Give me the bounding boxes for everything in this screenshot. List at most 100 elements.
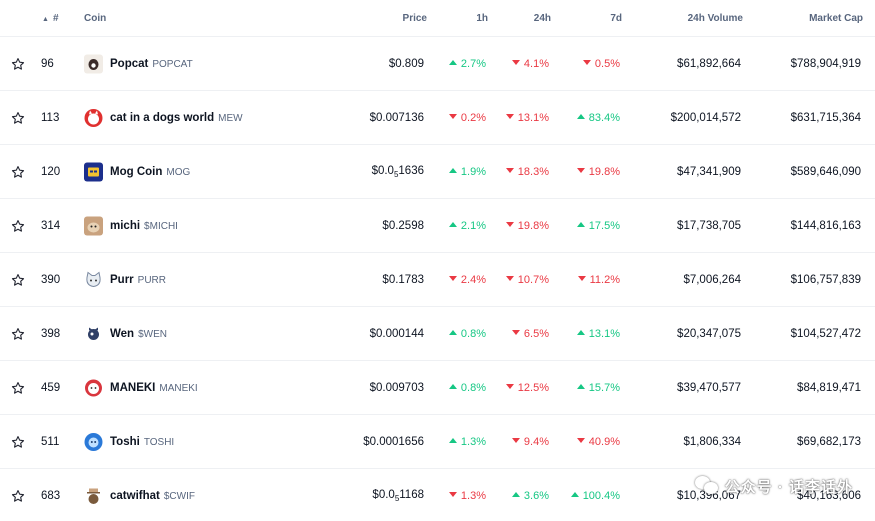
caret-up-icon xyxy=(576,222,585,228)
coin-name[interactable]: Mog Coin MOG xyxy=(110,166,190,178)
change-h1: 0.8% xyxy=(448,382,486,394)
mew-logo xyxy=(84,108,103,127)
price: $0.051636 xyxy=(371,164,424,179)
volume: $1,806,334 xyxy=(683,435,741,448)
price: $0.000144 xyxy=(369,327,424,340)
star-icon[interactable] xyxy=(11,273,25,287)
table-row[interactable]: 96 Popcat POPCAT $0.809 2.7% 4.1% 0.5% $6… xyxy=(0,37,875,91)
price: $0.809 xyxy=(388,57,424,70)
price: $0.007136 xyxy=(369,111,424,124)
star-icon[interactable] xyxy=(11,435,25,449)
change-h1: 0.2% xyxy=(448,112,486,124)
coin-symbol: $MICHI xyxy=(144,220,178,232)
caret-up-icon xyxy=(576,384,585,390)
table-row[interactable]: 398 Wen $WEN $0.000144 0.8% 6.5% 13.1% $2… xyxy=(0,307,875,361)
market-cap: $788,904,919 xyxy=(790,57,861,70)
caret-up-icon xyxy=(570,492,579,498)
rank: 390 xyxy=(41,273,61,286)
1h-header[interactable]: 1h xyxy=(476,13,488,24)
coin-header[interactable]: Coin xyxy=(84,13,106,24)
24h-header[interactable]: 24h xyxy=(534,13,551,24)
change-h24: 3.6% xyxy=(511,490,549,502)
coin-name[interactable]: catwifhat $CWIF xyxy=(110,490,195,502)
price-header[interactable]: Price xyxy=(403,13,427,24)
change-d7: 11.2% xyxy=(577,274,620,286)
coin-symbol: $CWIF xyxy=(163,490,195,502)
caret-down-icon xyxy=(505,384,514,390)
coin-name[interactable]: MANEKI MANEKI xyxy=(110,382,198,394)
coin-symbol: PURR xyxy=(137,274,166,286)
price: $0.1783 xyxy=(382,273,424,286)
caret-down-icon xyxy=(448,114,457,120)
sort-ascending-icon[interactable]: ▲ xyxy=(42,16,49,23)
caret-down-icon xyxy=(448,492,457,498)
coin-symbol: MANEKI xyxy=(159,382,198,394)
change-h24: 18.3% xyxy=(505,166,549,178)
change-h24: 9.4% xyxy=(511,436,549,448)
caret-up-icon xyxy=(511,492,520,498)
change-h1: 0.8% xyxy=(448,328,486,340)
star-icon[interactable] xyxy=(11,57,25,71)
market-cap: $84,819,471 xyxy=(797,381,861,394)
caret-down-icon xyxy=(511,438,520,444)
watermark: 公众号 · 话李话外 xyxy=(694,474,853,498)
coin-name[interactable]: Purr PURR xyxy=(110,274,166,286)
star-icon[interactable] xyxy=(11,111,25,125)
change-d7: 15.7% xyxy=(576,382,620,394)
star-icon[interactable] xyxy=(11,489,25,503)
caret-up-icon xyxy=(448,60,457,66)
star-icon[interactable] xyxy=(11,327,25,341)
table-row[interactable]: 113 cat in a dogs world MEW $0.007136 0.2… xyxy=(0,91,875,145)
coin-name[interactable]: Popcat POPCAT xyxy=(110,58,193,70)
star-icon[interactable] xyxy=(11,381,25,395)
coin-name[interactable]: Wen $WEN xyxy=(110,328,167,340)
caret-up-icon xyxy=(448,168,457,174)
rank: 683 xyxy=(41,489,61,502)
star-icon[interactable] xyxy=(11,219,25,233)
mog-logo xyxy=(84,162,103,181)
market-cap: $144,816,163 xyxy=(790,219,861,232)
market-cap-header[interactable]: Market Cap xyxy=(809,13,863,24)
table-row[interactable]: 390 Purr PURR $0.1783 2.4% 10.7% 11.2% $7… xyxy=(0,253,875,307)
volume: $7,006,264 xyxy=(683,273,741,286)
caret-up-icon xyxy=(448,384,457,390)
coin-name[interactable]: Toshi TOSHI xyxy=(110,436,174,448)
maneki-logo xyxy=(84,378,103,397)
change-d7: 100.4% xyxy=(570,490,620,502)
7d-header[interactable]: 7d xyxy=(610,13,622,24)
volume: $47,341,909 xyxy=(677,165,741,178)
table-row[interactable]: 314 michi $MICHI $0.2598 2.1% 19.8% 17.5%… xyxy=(0,199,875,253)
coin-symbol: POPCAT xyxy=(152,58,193,70)
caret-down-icon xyxy=(505,276,514,282)
volume: $200,014,572 xyxy=(670,111,741,124)
change-h1: 2.1% xyxy=(448,220,486,232)
table-row[interactable]: 511 Toshi TOSHI $0.0001656 1.3% 9.4% 40.9… xyxy=(0,415,875,469)
market-cap: $589,646,090 xyxy=(790,165,861,178)
wen-logo xyxy=(84,324,103,343)
price: $0.051168 xyxy=(372,488,424,503)
rank: 120 xyxy=(41,165,61,178)
rank: 113 xyxy=(41,111,60,124)
change-h24: 10.7% xyxy=(505,274,549,286)
rank: 314 xyxy=(41,219,61,232)
market-cap: $631,715,364 xyxy=(790,111,861,124)
table-row[interactable]: 459 MANEKI MANEKI $0.009703 0.8% 12.5% 15… xyxy=(0,361,875,415)
rank-header[interactable]: ▲ # xyxy=(42,13,59,24)
michi-logo xyxy=(84,216,103,235)
caret-up-icon xyxy=(448,438,457,444)
change-h1: 1.3% xyxy=(448,436,486,448)
volume: $61,892,664 xyxy=(677,57,741,70)
star-icon[interactable] xyxy=(11,165,25,179)
caret-down-icon xyxy=(576,168,585,174)
rank: 459 xyxy=(41,381,61,394)
wechat-icon xyxy=(694,476,719,496)
volume-header[interactable]: 24h Volume xyxy=(688,13,743,24)
table-row[interactable]: 120 Mog Coin MOG $0.051636 1.9% 18.3% 19.… xyxy=(0,145,875,199)
coin-name[interactable]: michi $MICHI xyxy=(110,220,178,232)
change-d7: 17.5% xyxy=(576,220,620,232)
caret-up-icon xyxy=(576,330,585,336)
caret-down-icon xyxy=(582,60,591,66)
coin-name[interactable]: cat in a dogs world MEW xyxy=(110,112,243,124)
change-h1: 2.7% xyxy=(448,58,486,70)
caret-down-icon xyxy=(576,438,585,444)
